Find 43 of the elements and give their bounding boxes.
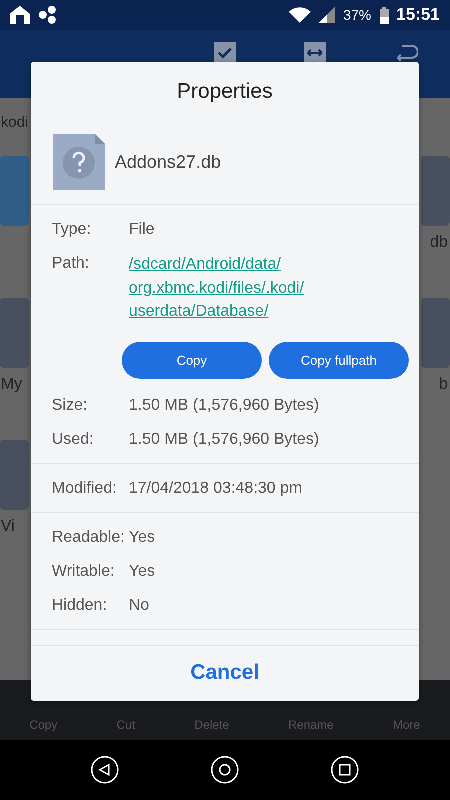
property-label: Modified: <box>52 478 118 498</box>
home-icon <box>10 6 30 24</box>
battery-icon <box>380 6 389 24</box>
cancel-button[interactable]: Cancel <box>31 644 419 700</box>
hexagons-icon <box>38 6 58 24</box>
wifi-icon <box>289 7 312 23</box>
file-name: Addons27.db <box>115 152 222 172</box>
breadcrumb[interactable]: kodi <box>0 98 30 136</box>
dialog-title: Properties <box>176 79 274 105</box>
battery-percent: 37% <box>343 7 372 23</box>
file-label: b <box>439 376 449 394</box>
property-label: Readable: <box>52 528 126 548</box>
property-label: Used: <box>52 430 95 450</box>
property-value: File <box>129 220 155 240</box>
property-label: Path: <box>52 254 90 274</box>
file-label: My <box>0 376 22 394</box>
path-link[interactable]: /sdcard/Android/data/ org.xbmc.kodi/files/.kodi/ userdata/Database/ <box>129 253 339 324</box>
toolbar-button[interactable]: Cut <box>116 718 136 732</box>
property-label: Type: <box>52 220 92 240</box>
toolbar-button[interactable]: Rename <box>288 718 334 732</box>
back-icon[interactable] <box>90 755 120 785</box>
toolbar-button[interactable]: Delete <box>194 718 230 732</box>
property-label: Size: <box>52 396 89 416</box>
clock: 15:51 <box>396 5 440 25</box>
toolbar-button[interactable]: Copy <box>30 718 58 732</box>
copy-button[interactable]: Copy fullpath <box>269 342 409 378</box>
unknown-file-icon <box>53 134 105 190</box>
property-value: Yes <box>129 528 156 548</box>
property-value: 17/04/2018 03:48:30 pm <box>129 478 302 498</box>
property-value: 1.50 MB (1,576,960 Bytes) <box>129 396 320 416</box>
signal-icon <box>319 7 336 23</box>
property-value: No <box>129 596 150 616</box>
select-all-icon[interactable] <box>214 42 236 64</box>
file-label: db <box>430 234 449 252</box>
property-value: Yes <box>129 562 156 582</box>
file-label: Vi <box>0 518 15 536</box>
copy-button[interactable]: Copy <box>122 342 262 378</box>
recents-icon[interactable] <box>330 755 360 785</box>
property-value: 1.50 MB (1,576,960 Bytes) <box>129 430 320 450</box>
property-label: Writable: <box>52 562 116 582</box>
property-label: Hidden: <box>52 596 108 616</box>
toolbar-button[interactable]: More <box>393 718 420 732</box>
home-icon[interactable] <box>210 755 240 785</box>
